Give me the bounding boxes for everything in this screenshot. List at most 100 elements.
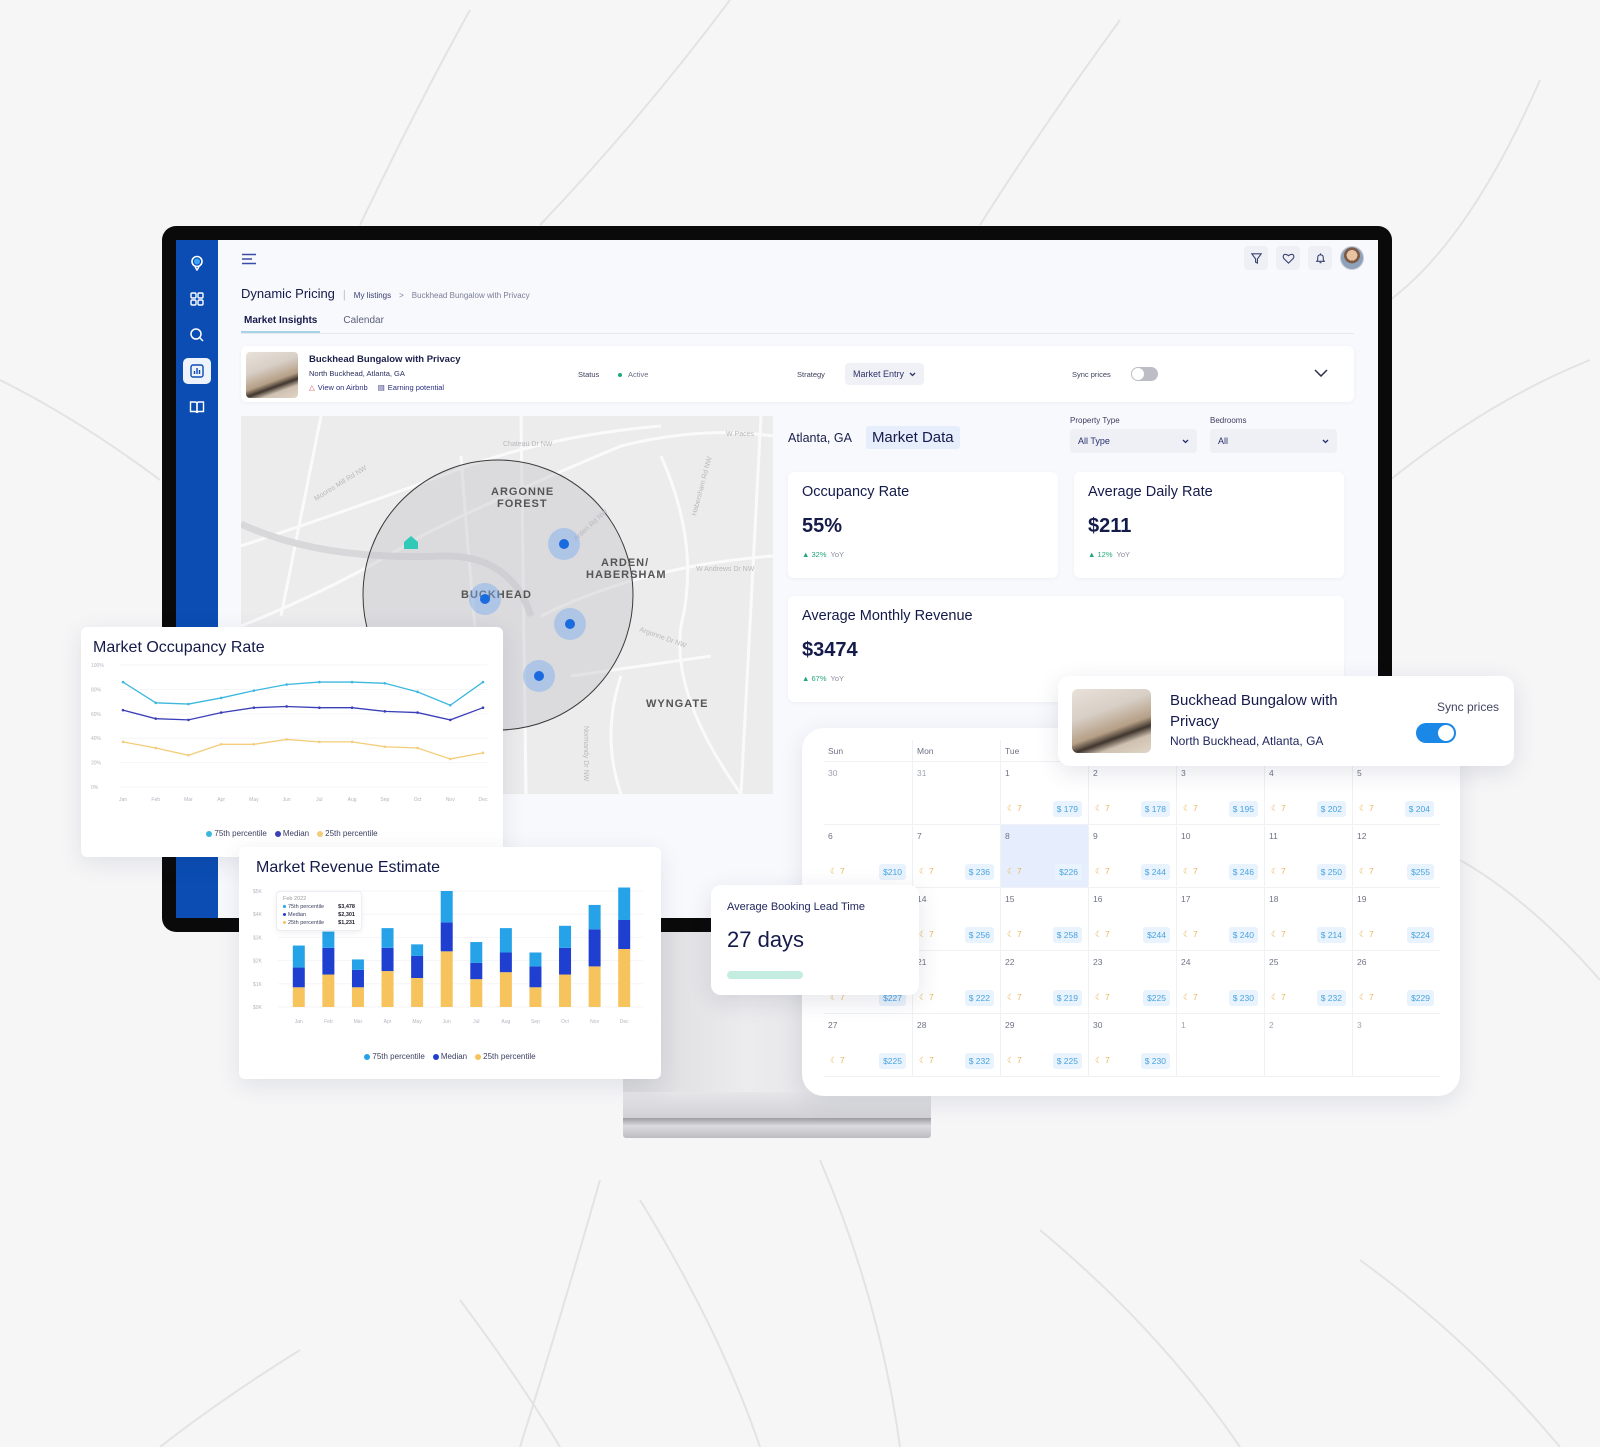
calendar-day-cell[interactable]: 15 ☾ 7 $ 258 — [1000, 888, 1088, 950]
bar-segment[interactable] — [588, 966, 601, 1007]
calendar-day-cell[interactable]: 21 ☾ 7 $ 222 — [912, 951, 1000, 1013]
day-price[interactable]: $ 246 — [1228, 864, 1258, 880]
data-point[interactable] — [219, 743, 223, 746]
bar-segment[interactable] — [499, 972, 512, 1007]
bar-segment[interactable] — [588, 904, 601, 930]
calendar-day-cell[interactable]: 19 ☾ 7 $224 — [1352, 888, 1440, 950]
calendar-day-cell[interactable]: 29 ☾ 7 $ 225 — [1000, 1014, 1088, 1076]
bar-segment[interactable] — [618, 949, 631, 1007]
earning-potential-link[interactable]: ▤ Earning potential — [378, 383, 444, 392]
data-point[interactable] — [252, 743, 256, 746]
calendar-day-cell[interactable]: 7 ☾ 7 $ 236 — [912, 825, 1000, 887]
bar-segment[interactable] — [470, 942, 483, 963]
day-price[interactable]: $ 256 — [964, 927, 994, 943]
bar-segment[interactable] — [292, 967, 305, 988]
notifications-button[interactable] — [1308, 246, 1332, 270]
bar-segment[interactable] — [499, 952, 512, 973]
day-price[interactable]: $226 — [1055, 864, 1082, 880]
data-point[interactable] — [252, 706, 256, 709]
bar-segment[interactable] — [351, 969, 364, 988]
data-point[interactable] — [187, 718, 190, 722]
bar-segment[interactable] — [499, 928, 512, 953]
bar-segment[interactable] — [559, 947, 572, 975]
bar-segment[interactable] — [351, 959, 364, 970]
day-price[interactable]: $ 179 — [1052, 801, 1082, 817]
data-point[interactable] — [383, 710, 387, 713]
calendar-day-cell[interactable]: 17 ☾ 7 $ 240 — [1176, 888, 1264, 950]
calendar-day-cell[interactable]: 27 ☾ 7 $225 — [824, 1014, 912, 1076]
calendar-day-cell[interactable]: 16 ☾ 7 $244 — [1088, 888, 1176, 950]
day-price[interactable]: $225 — [879, 1053, 906, 1069]
bar-segment[interactable] — [292, 945, 305, 968]
calendar-day-cell[interactable]: 8 ☾ 7 $226 — [1000, 825, 1088, 887]
bar-segment[interactable] — [529, 987, 542, 1007]
bar-segment[interactable] — [411, 978, 424, 1007]
calendar-day-cell[interactable]: 12 ☾ 7 $255 — [1352, 825, 1440, 887]
calendar-day-cell[interactable]: 31 — [912, 762, 1000, 824]
strategy-select[interactable]: Market Entry — [845, 363, 925, 385]
data-point[interactable] — [219, 696, 223, 700]
calendar-day-cell[interactable]: 18 ☾ 7 $ 214 — [1264, 888, 1352, 950]
filter-button[interactable] — [1244, 246, 1268, 270]
logo[interactable] — [183, 250, 211, 276]
day-price[interactable]: $229 — [1407, 990, 1434, 1006]
data-point[interactable] — [416, 711, 419, 714]
listing-popup-sync-toggle[interactable] — [1416, 723, 1456, 743]
day-price[interactable]: $ 258 — [1052, 927, 1082, 943]
data-point[interactable] — [350, 706, 354, 709]
bar-segment[interactable] — [381, 928, 394, 948]
data-point[interactable] — [154, 701, 158, 705]
view-on-airbnb-link[interactable]: △ View on Airbnb — [309, 383, 368, 392]
expand-button[interactable] — [1314, 364, 1328, 382]
calendar-day-cell[interactable]: 1 — [1176, 1014, 1264, 1076]
bar-segment[interactable] — [588, 929, 601, 967]
sidebar-item-analytics[interactable] — [183, 358, 211, 384]
data-point[interactable] — [121, 740, 125, 744]
bedrooms-select[interactable]: All — [1210, 429, 1337, 453]
data-point[interactable] — [448, 757, 452, 761]
calendar-day-cell[interactable]: 9 ☾ 7 $ 244 — [1088, 825, 1176, 887]
day-price[interactable]: $ 232 — [1316, 990, 1346, 1006]
bar-segment[interactable] — [351, 987, 364, 1007]
data-point[interactable] — [481, 706, 485, 709]
bar-segment[interactable] — [322, 974, 335, 1007]
day-price[interactable]: $ 244 — [1140, 864, 1170, 880]
bar-segment[interactable] — [618, 887, 631, 920]
bar-segment[interactable] — [440, 922, 453, 952]
data-point[interactable] — [285, 705, 288, 708]
day-price[interactable]: $ 230 — [1228, 990, 1258, 1006]
data-point[interactable] — [154, 746, 158, 750]
data-point[interactable] — [219, 711, 223, 714]
data-point[interactable] — [448, 718, 452, 722]
data-point[interactable] — [285, 738, 288, 741]
calendar-day-cell[interactable]: 23 ☾ 7 $225 — [1088, 951, 1176, 1013]
day-price[interactable]: $ 225 — [1052, 1053, 1082, 1069]
day-price[interactable]: $ 230 — [1140, 1053, 1170, 1069]
day-price[interactable]: $ 214 — [1316, 927, 1346, 943]
day-price[interactable]: $ 219 — [1052, 990, 1082, 1006]
day-price[interactable]: $224 — [1407, 927, 1434, 943]
data-point[interactable] — [416, 746, 419, 750]
day-price[interactable]: $ 195 — [1228, 801, 1258, 817]
calendar-day-cell[interactable]: 14 ☾ 7 $ 256 — [912, 888, 1000, 950]
day-price[interactable]: $244 — [1143, 927, 1170, 943]
calendar-day-cell[interactable]: 3 ☾ 7 $ 195 — [1176, 762, 1264, 824]
bar-segment[interactable] — [381, 971, 394, 1007]
bar-segment[interactable] — [529, 952, 542, 967]
calendar-day-cell[interactable]: 4 ☾ 7 $ 202 — [1264, 762, 1352, 824]
data-point[interactable] — [318, 680, 321, 684]
favorites-button[interactable] — [1276, 246, 1300, 270]
bar-segment[interactable] — [470, 979, 483, 1007]
data-point[interactable] — [187, 702, 190, 706]
data-point[interactable] — [318, 740, 321, 744]
bar-segment[interactable] — [411, 944, 424, 956]
calendar-day-cell[interactable]: 25 ☾ 7 $ 232 — [1264, 951, 1352, 1013]
menu-button[interactable] — [241, 252, 257, 270]
calendar-day-cell[interactable]: 30 ☾ 7 $ 230 — [1088, 1014, 1176, 1076]
calendar-day-cell[interactable]: 22 ☾ 7 $ 219 — [1000, 951, 1088, 1013]
data-point[interactable] — [318, 706, 321, 709]
calendar-day-cell[interactable]: 10 ☾ 7 $ 246 — [1176, 825, 1264, 887]
bar-segment[interactable] — [322, 947, 335, 975]
data-point[interactable] — [481, 680, 485, 684]
data-point[interactable] — [383, 682, 387, 685]
